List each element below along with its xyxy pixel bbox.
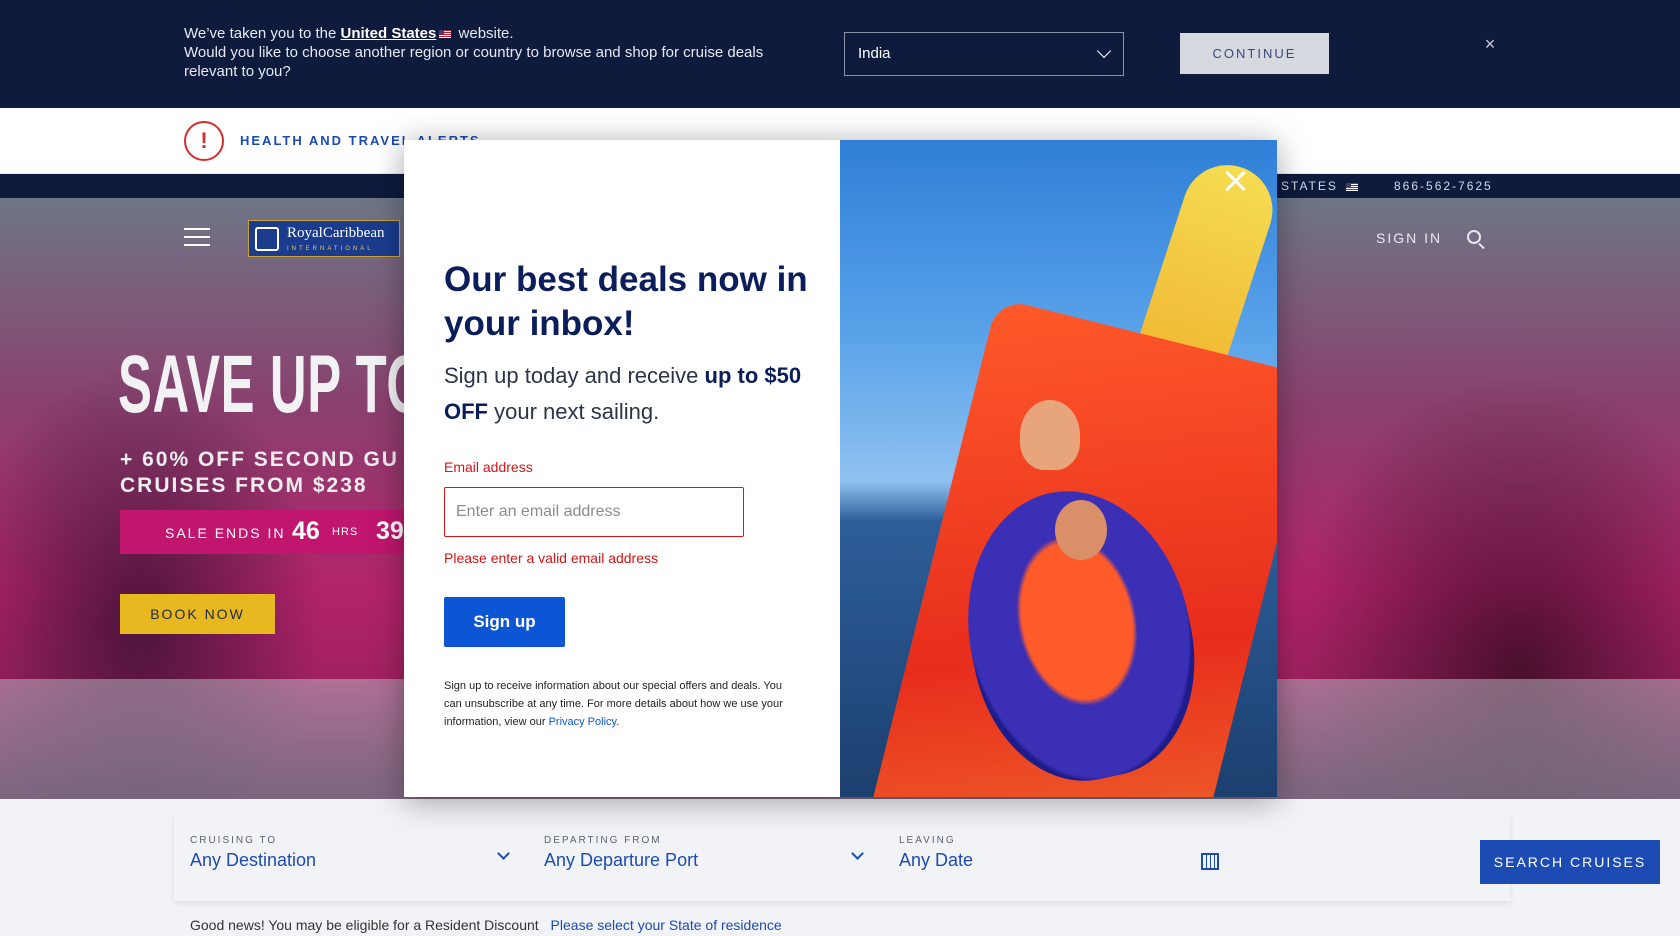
privacy-policy-link[interactable]: Privacy Policy	[549, 716, 617, 728]
email-field[interactable]	[444, 487, 744, 537]
modal-subtitle: Sign up today and receive up to $50 OFF …	[444, 358, 814, 430]
rider-image	[1020, 400, 1080, 470]
email-error-message: Please enter a valid email address	[444, 550, 659, 566]
signup-disclaimer: Sign up to receive information about our…	[444, 677, 794, 731]
sign-up-button[interactable]: Sign up	[444, 597, 565, 647]
waterslide-photo	[840, 140, 1277, 797]
modal-title: Our best deals now in your inbox!	[444, 260, 808, 343]
close-icon[interactable]	[1222, 168, 1248, 194]
signup-form-panel: Our best deals now in your inbox! Sign u…	[404, 140, 840, 797]
subtitle-bold-1: up to	[704, 363, 759, 388]
child-rider-image	[1055, 500, 1107, 560]
disclaimer-end: .	[616, 716, 620, 728]
email-label: Email address	[444, 459, 533, 475]
email-signup-modal: Our best deals now in your inbox! Sign u…	[404, 140, 1277, 797]
subtitle-plain: Sign up today and receive	[444, 363, 699, 388]
subtitle-end: your next sailing.	[494, 399, 660, 424]
